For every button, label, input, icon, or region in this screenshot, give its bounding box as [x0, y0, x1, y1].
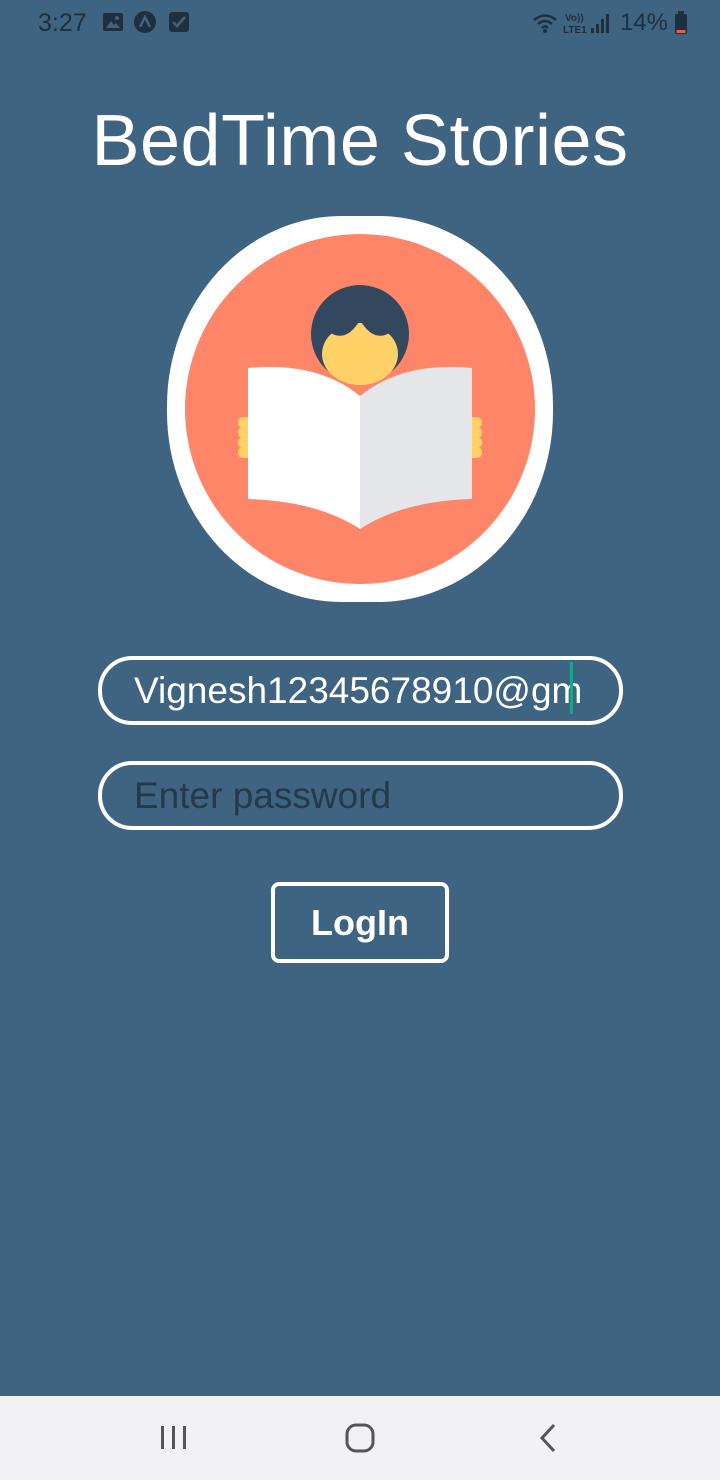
status-right: Vo)) LTE1 14%: [532, 8, 688, 38]
battery-percent: 14%: [619, 9, 668, 36]
home-icon[interactable]: [338, 1416, 382, 1460]
password-input[interactable]: [134, 774, 587, 817]
reading-child-logo: [167, 216, 553, 602]
checkbox-icon: [169, 12, 189, 32]
battery-icon: [675, 11, 687, 34]
text-cursor: [570, 662, 573, 714]
status-bar: 3:27 Vo)) LTE1 14%: [0, 0, 720, 48]
password-field[interactable]: [98, 761, 623, 830]
svg-text:LTE1: LTE1: [563, 25, 587, 36]
login-screen: 3:27 Vo)) LTE1 14% BedTime Stories Vigne…: [0, 0, 720, 1480]
back-icon[interactable]: [526, 1416, 570, 1460]
image-icon: [103, 13, 123, 31]
login-button[interactable]: LogIn: [271, 882, 449, 963]
status-time: 3:27: [38, 9, 87, 37]
signal-icon: [590, 14, 609, 33]
email-input[interactable]: [134, 669, 587, 712]
recent-apps-icon[interactable]: [152, 1416, 196, 1460]
wifi-icon: [533, 14, 557, 33]
svg-text:Vo)): Vo)): [565, 13, 584, 24]
volte-icon: Vo)) LTE1: [563, 13, 587, 36]
email-field[interactable]: [98, 656, 623, 725]
a-badge-icon: [134, 11, 156, 33]
navigation-bar: [0, 1396, 720, 1480]
app-title: BedTime Stories: [91, 101, 629, 181]
